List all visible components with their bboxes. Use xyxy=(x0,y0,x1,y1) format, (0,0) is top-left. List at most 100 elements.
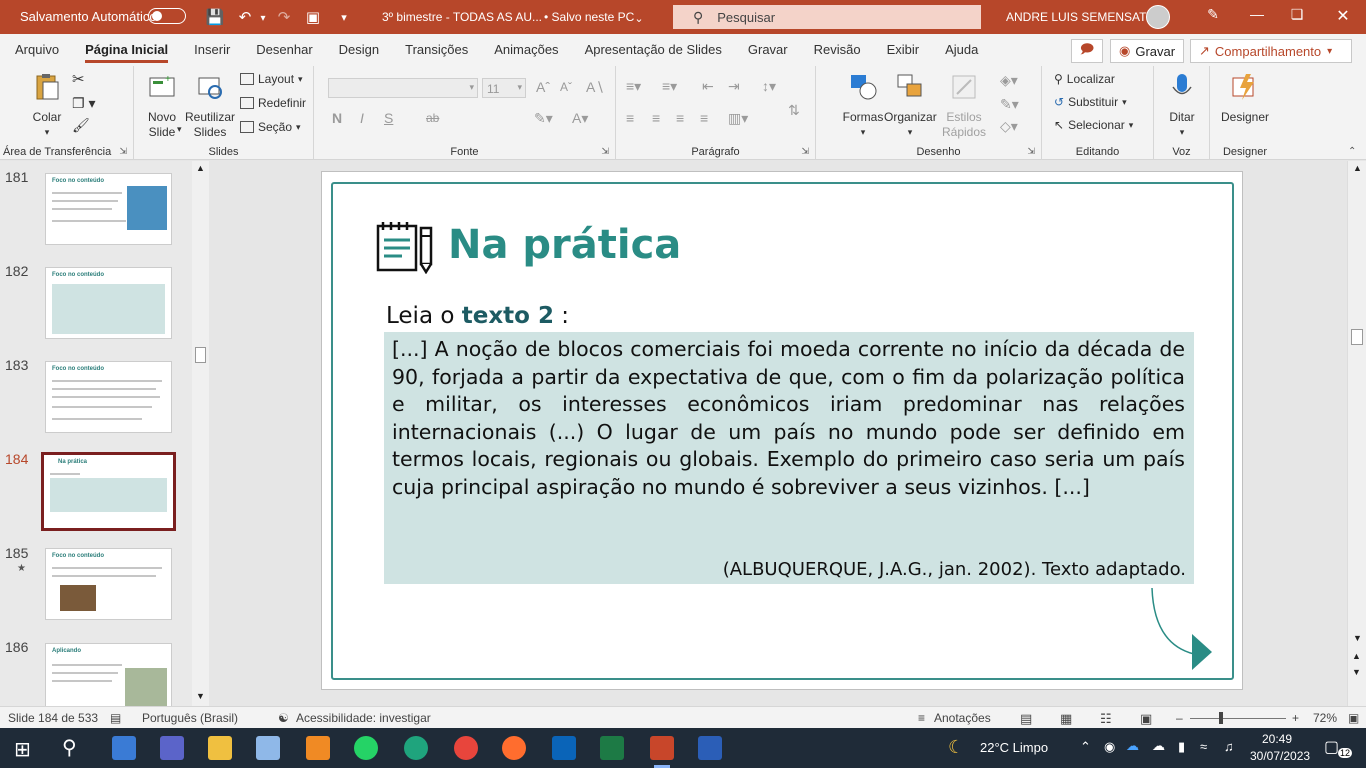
format-painter-icon[interactable]: 🖌 xyxy=(72,118,90,133)
tab-gravar[interactable]: Gravar xyxy=(735,34,801,66)
align-right-icon[interactable]: ≡ xyxy=(676,110,684,126)
select-button[interactable]: ↖ Selecionar ▾ xyxy=(1054,118,1133,132)
shrink-font-icon[interactable]: Aˇ xyxy=(560,80,572,94)
columns-icon[interactable]: ▥▾ xyxy=(728,110,748,127)
line-spacing-icon[interactable]: ↕▾ xyxy=(762,78,776,95)
pen-icon[interactable]: ✎ xyxy=(1198,6,1228,28)
tab-design[interactable]: Design xyxy=(326,34,392,66)
zoom-slider[interactable] xyxy=(1190,718,1286,719)
reset-button[interactable]: Redefinir xyxy=(240,96,306,110)
font-size-select[interactable]: 11 ▾ xyxy=(482,78,526,98)
wifi-icon[interactable]: ≈ xyxy=(1200,739,1207,754)
reuse-slides-button[interactable]: Reutilizar Slides xyxy=(184,72,236,140)
copy-icon[interactable]: ❐ ▾ xyxy=(72,96,95,111)
collapse-ribbon-icon[interactable]: ⌃ xyxy=(1348,146,1356,157)
tab-transicoes[interactable]: Transições xyxy=(392,34,481,66)
next-slide-icon[interactable]: ▼ xyxy=(1352,667,1361,677)
tab-animacoes[interactable]: Animações xyxy=(481,34,571,66)
grow-font-icon[interactable]: Aˆ xyxy=(536,79,550,95)
bold-button[interactable]: N xyxy=(332,110,342,126)
dialog-launcher-icon[interactable]: ⇲ xyxy=(801,146,809,157)
clock-time[interactable]: 20:49 xyxy=(1262,732,1292,746)
section-button[interactable]: Seção ▾ xyxy=(240,120,301,134)
tab-arquivo[interactable]: Arquivo xyxy=(2,34,72,66)
slide-thumbnail[interactable]: Aplicando xyxy=(45,643,172,706)
tab-apresentacao[interactable]: Apresentação de Slides xyxy=(572,34,735,66)
cut-icon[interactable]: ✂ xyxy=(72,72,85,87)
scroll-down-icon[interactable]: ▼ xyxy=(196,691,205,701)
underline-button[interactable]: S xyxy=(384,110,393,126)
text-direction-icon[interactable]: ⇅ xyxy=(788,102,800,119)
redo-icon[interactable]: ↷ xyxy=(273,6,295,28)
tab-exibir[interactable]: Exibir xyxy=(874,34,933,66)
numbering-icon[interactable]: ≡▾ xyxy=(662,78,677,95)
word-icon[interactable] xyxy=(698,736,722,760)
thumbnail-scrollbar[interactable]: ▲ ▼ xyxy=(192,161,209,706)
dialog-launcher-icon[interactable]: ⇲ xyxy=(119,146,127,157)
indent-decrease-icon[interactable]: ⇤ xyxy=(702,78,714,95)
tab-ajuda[interactable]: Ajuda xyxy=(932,34,991,66)
search-icon[interactable]: ⚲ xyxy=(62,735,77,760)
slide-thumbnail[interactable]: Foco no conteúdo xyxy=(45,173,172,245)
dialog-launcher-icon[interactable]: ⇲ xyxy=(1027,146,1035,157)
save-icon[interactable]: 💾 xyxy=(204,6,226,28)
reading-view-icon[interactable]: ☷ xyxy=(1100,711,1112,727)
scroll-up-icon[interactable]: ▲ xyxy=(196,163,205,173)
align-left-icon[interactable]: ≡ xyxy=(626,110,634,126)
slide-scrollbar[interactable]: ▲ ▼ ▲ ▼ xyxy=(1347,161,1366,706)
slide-thumbnail-active[interactable]: Na prática xyxy=(41,452,176,531)
record-button[interactable]: ◉ Gravar xyxy=(1110,39,1184,63)
windows-start-icon[interactable]: ⊞ xyxy=(14,737,31,762)
slide-thumbnail[interactable]: Foco no conteúdo xyxy=(45,267,172,339)
dialog-launcher-icon[interactable]: ⇲ xyxy=(601,146,609,157)
shape-fill-icon[interactable]: ◈▾ xyxy=(1000,72,1018,89)
clock-date[interactable]: 30/07/2023 xyxy=(1250,749,1310,763)
designer-button[interactable]: Designer xyxy=(1216,72,1274,125)
tab-desenhar[interactable]: Desenhar xyxy=(243,34,325,66)
layout-button[interactable]: Layout ▾ xyxy=(240,72,303,86)
clear-format-icon[interactable]: A∖ xyxy=(586,79,604,96)
zoom-level[interactable]: 72% xyxy=(1313,711,1337,725)
chevron-down-icon[interactable]: ⌄ xyxy=(628,7,650,29)
shape-effects-icon[interactable]: ◇▾ xyxy=(1000,118,1018,135)
customize-toolbar-icon[interactable]: ▾ xyxy=(333,6,355,28)
indent-increase-icon[interactable]: ⇥ xyxy=(728,78,740,95)
spellcheck-icon[interactable]: ▤ xyxy=(110,711,121,725)
excel-icon[interactable] xyxy=(600,736,624,760)
cloud-icon[interactable]: ☁ xyxy=(1152,738,1165,754)
chevron-up-icon[interactable]: ⌃ xyxy=(1080,739,1091,755)
edge-icon[interactable] xyxy=(404,736,428,760)
slide-canvas[interactable]: Na prática Leia o texto 2 : [...] A noçã… xyxy=(321,171,1243,690)
notes-button[interactable]: Anotações xyxy=(934,711,991,725)
find-button[interactable]: ⚲ Localizar xyxy=(1054,72,1115,86)
autosave-toggle[interactable] xyxy=(148,8,186,24)
user-name[interactable]: ANDRE LUIS SEMENSATO xyxy=(1006,10,1156,24)
slide-thumbnail[interactable]: Foco no conteúdo xyxy=(45,361,172,433)
quote-textbox[interactable]: [...] A noção de blocos comerciais foi m… xyxy=(384,332,1194,584)
scroll-thumb[interactable] xyxy=(1351,329,1363,345)
arrange-button[interactable]: Organizar ▾ xyxy=(884,72,937,140)
slideshow-view-icon[interactable]: ▣ xyxy=(1140,711,1152,727)
font-color-icon[interactable]: A▾ xyxy=(572,110,588,127)
previous-slide-icon[interactable]: ▲ xyxy=(1352,651,1361,661)
camera-icon[interactable]: ◉ xyxy=(1104,739,1115,755)
present-icon[interactable]: ▣ xyxy=(302,6,324,28)
new-slide-button[interactable]: + Novo Slide ▾ xyxy=(140,72,184,140)
share-button[interactable]: ↗ Compartilhamento ▾ xyxy=(1190,39,1352,63)
slide-title[interactable]: Na prática xyxy=(448,222,681,268)
language[interactable]: Português (Brasil) xyxy=(142,711,238,725)
save-status[interactable]: • Salvo neste PC xyxy=(544,10,634,24)
tab-inserir[interactable]: Inserir xyxy=(181,34,243,66)
file-explorer-icon[interactable] xyxy=(208,736,232,760)
strikethrough-button[interactable]: ab xyxy=(426,111,439,125)
close-icon[interactable]: ✕ xyxy=(1328,6,1358,28)
scroll-up-icon[interactable]: ▲ xyxy=(1353,163,1362,173)
comments-button[interactable]: 🗩 xyxy=(1071,39,1103,63)
outlook-icon[interactable] xyxy=(552,736,576,760)
sorter-view-icon[interactable]: ▦ xyxy=(1060,711,1072,727)
highlight-icon[interactable]: ✎▾ xyxy=(534,110,553,127)
paint-icon[interactable] xyxy=(256,736,280,760)
accessibility-status[interactable]: Acessibilidade: investigar xyxy=(296,711,431,725)
quick-styles-button[interactable]: Estilos Rápidos xyxy=(936,72,992,140)
next-arrow-icon[interactable] xyxy=(1150,584,1220,674)
